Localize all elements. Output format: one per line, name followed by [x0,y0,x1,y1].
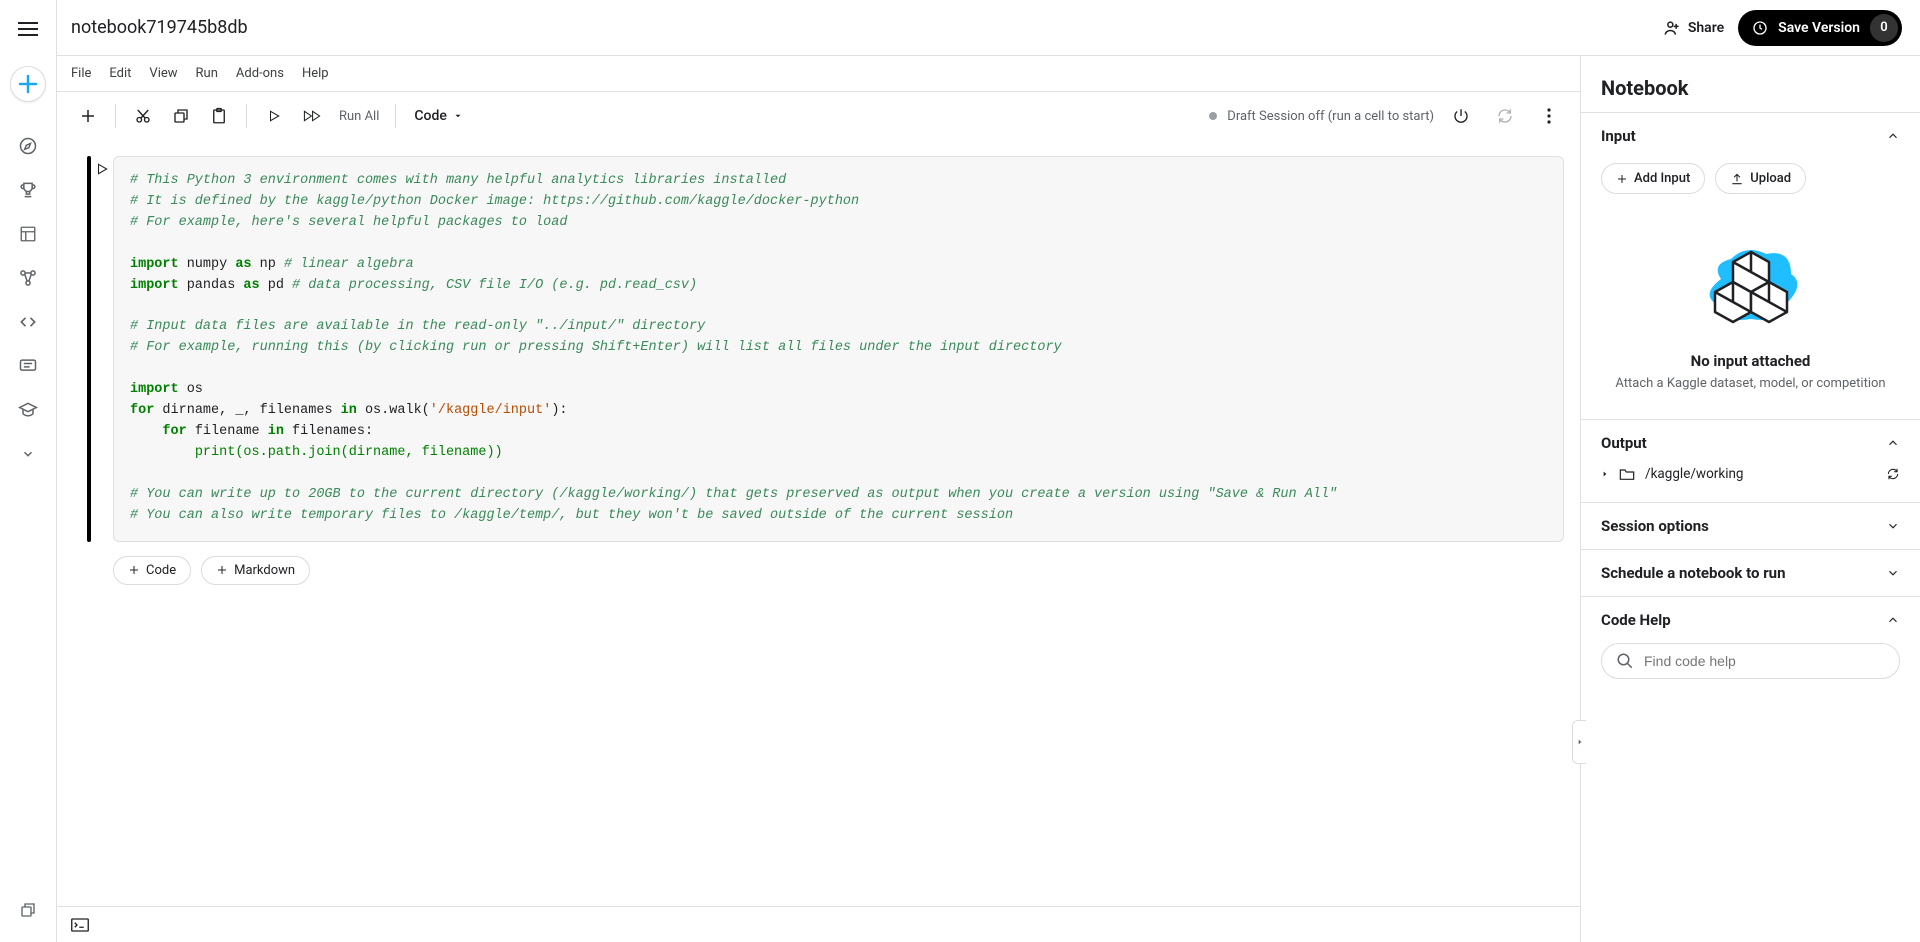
status-dot [1209,112,1217,120]
menu-view[interactable]: View [149,66,177,81]
panel-collapse-handle[interactable] [1572,720,1586,764]
cell-type-label: Code [414,108,446,124]
no-input-title: No input attached [1601,352,1900,370]
chevron-down-icon[interactable] [8,434,48,474]
add-input-button[interactable]: Add Input [1601,163,1705,194]
panel-title: Notebook [1581,56,1920,112]
run-next-button[interactable] [295,99,329,133]
menu-file[interactable]: File [71,66,91,81]
run-cell-button[interactable] [257,99,291,133]
section-code-help-header[interactable]: Code Help [1581,597,1920,643]
power-button[interactable] [1444,99,1478,133]
output-path: /kaggle/working [1645,466,1744,482]
section-session: Session options [1581,502,1920,549]
section-input: Input Add Input Upload [1581,112,1920,419]
divider [246,104,247,128]
section-output: Output /kaggle/working [1581,419,1920,502]
chevron-up-icon [1886,436,1900,450]
left-rail [0,0,57,942]
section-session-label: Session options [1601,517,1709,535]
chevron-down-icon [1886,519,1900,533]
section-session-header[interactable]: Session options [1581,503,1920,549]
folder-icon [1619,467,1635,481]
cut-button[interactable] [126,99,160,133]
chevron-down-icon [1886,566,1900,580]
copy-button[interactable] [164,99,198,133]
divider [115,104,116,128]
run-all-button[interactable]: Run All [333,109,385,124]
add-cell-button[interactable] [71,99,105,133]
add-markdown-label: Markdown [234,563,295,578]
learn-icon[interactable] [8,390,48,430]
notebook-title[interactable]: notebook719745b8db [71,17,248,38]
code-help-search[interactable] [1601,643,1900,679]
section-input-header[interactable]: Input [1581,113,1920,159]
right-panel: Notebook Input Add Input [1580,56,1920,942]
trophy-icon[interactable] [8,170,48,210]
menu-edit[interactable]: Edit [109,66,131,81]
add-markdown-cell-button[interactable]: Markdown [201,556,310,585]
save-version-label: Save Version [1778,20,1860,36]
header: notebook719745b8db Share Save Version 0 [57,0,1920,56]
section-schedule: Schedule a notebook to run [1581,549,1920,596]
table-icon[interactable] [8,214,48,254]
cell-selection-indicator [87,156,91,542]
main-area: notebook719745b8db Share Save Version 0 … [57,0,1920,942]
paste-button[interactable] [202,99,236,133]
output-folder-row[interactable]: /kaggle/working [1601,466,1900,482]
add-code-label: Code [146,563,176,578]
section-schedule-label: Schedule a notebook to run [1601,564,1786,582]
chevron-right-icon [1601,470,1609,478]
toolbar: Run All Code Draft Session off (run a ce… [57,92,1580,140]
console-toggle-icon[interactable] [71,918,89,932]
chevron-up-icon [1886,129,1900,143]
session-status: Draft Session off (run a cell to start) [1227,109,1434,124]
code-icon[interactable] [8,302,48,342]
console-bar [57,906,1580,942]
section-code-help: Code Help [1581,596,1920,699]
add-cell-buttons: Code Markdown [113,556,1564,585]
save-version-button[interactable]: Save Version 0 [1738,10,1902,46]
compass-icon[interactable] [8,126,48,166]
section-output-label: Output [1601,434,1647,452]
restart-button[interactable] [1488,99,1522,133]
add-input-label: Add Input [1634,171,1690,186]
boxes-illustration [1691,234,1811,334]
code-cell-row: # This Python 3 environment comes with m… [57,156,1564,542]
cell-type-select[interactable]: Code [406,108,470,124]
upload-label: Upload [1750,171,1791,186]
discussions-icon[interactable] [8,346,48,386]
section-output-header[interactable]: Output [1581,420,1920,466]
run-cell-icon[interactable] [95,162,109,176]
notebook-body: # This Python 3 environment comes with m… [57,140,1580,906]
no-input-placeholder: No input attached Attach a Kaggle datase… [1601,234,1900,391]
chevron-up-icon [1886,613,1900,627]
menubar: File Edit View Run Add-ons Help [57,56,1580,92]
upload-button[interactable]: Upload [1715,163,1806,194]
menu-run[interactable]: Run [196,66,218,81]
window-restore-icon[interactable] [8,890,48,930]
menu-help[interactable]: Help [302,66,329,81]
add-code-cell-button[interactable]: Code [113,556,191,585]
divider [395,104,396,128]
more-options-button[interactable] [1532,99,1566,133]
share-button[interactable]: Share [1662,18,1724,38]
menu-addons[interactable]: Add-ons [236,66,284,81]
section-schedule-header[interactable]: Schedule a notebook to run [1581,550,1920,596]
code-cell-editor[interactable]: # This Python 3 environment comes with m… [113,156,1564,542]
search-icon [1616,652,1634,670]
section-code-help-label: Code Help [1601,611,1671,629]
menu-icon[interactable] [18,22,38,36]
share-label: Share [1688,20,1724,36]
version-count: 0 [1870,14,1898,42]
section-input-label: Input [1601,127,1636,145]
code-help-input[interactable] [1644,653,1885,669]
no-input-subtitle: Attach a Kaggle dataset, model, or compe… [1601,376,1900,391]
refresh-output-icon[interactable] [1886,467,1900,481]
create-button[interactable] [10,66,46,102]
model-icon[interactable] [8,258,48,298]
